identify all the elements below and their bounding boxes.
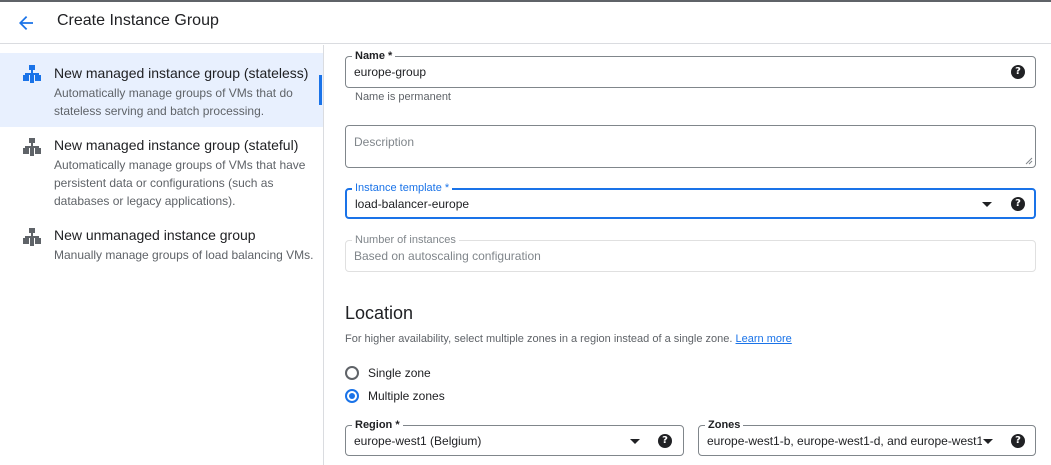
option-unmanaged[interactable]: New unmanaged instance group Manually ma… <box>0 219 323 285</box>
name-hint: Name is permanent <box>355 91 451 103</box>
zones-label: Zones <box>705 418 744 432</box>
single-zone-radio[interactable] <box>345 366 359 380</box>
multiple-zones-radio[interactable] <box>345 389 359 403</box>
chevron-down-icon[interactable] <box>982 202 992 207</box>
option-title: New managed instance group (stateless) <box>54 65 309 81</box>
location-description-text: For higher availability, select multiple… <box>345 333 733 345</box>
region-select[interactable]: Region * europe-west1 (Belgium) ? <box>345 418 684 456</box>
number-of-instances-value: Based on autoscaling configuration <box>354 249 541 263</box>
instance-group-icon <box>22 227 42 247</box>
help-icon[interactable]: ? <box>1011 197 1025 211</box>
instance-template-label: Instance template * <box>352 181 453 195</box>
single-zone-label[interactable]: Single zone <box>368 366 431 380</box>
location-description: For higher availability, select multiple… <box>345 333 792 345</box>
region-label: Region * <box>352 418 403 432</box>
option-managed-stateful[interactable]: New managed instance group (stateful) Au… <box>0 127 323 219</box>
multiple-zones-label[interactable]: Multiple zones <box>368 389 445 403</box>
instance-group-icon <box>22 137 42 157</box>
description-field[interactable]: Description <box>345 125 1036 168</box>
description-placeholder: Description <box>354 135 415 149</box>
resize-handle-icon[interactable] <box>1025 157 1033 165</box>
instance-group-icon <box>22 64 42 84</box>
learn-more-link[interactable]: Learn more <box>736 333 792 345</box>
name-field[interactable]: Name * europe-group ? <box>345 49 1036 88</box>
option-description: Manually manage groups of load balancing… <box>54 248 314 262</box>
back-button[interactable] <box>12 9 40 37</box>
option-description: Automatically manage groups of VMs that … <box>54 86 293 118</box>
page-header: Create Instance Group <box>0 2 1051 44</box>
group-type-sidebar: New managed instance group (stateless) A… <box>0 45 324 465</box>
option-managed-stateless[interactable]: New managed instance group (stateless) A… <box>0 53 323 127</box>
chevron-down-icon[interactable] <box>630 439 640 444</box>
instance-template-select[interactable]: Instance template * load-balancer-europe… <box>345 181 1036 219</box>
chevron-down-icon[interactable] <box>983 439 993 444</box>
location-heading: Location <box>345 303 414 323</box>
help-icon[interactable]: ? <box>1011 434 1025 448</box>
number-of-instances-field: Number of instances Based on autoscaling… <box>345 233 1036 272</box>
zones-select[interactable]: Zones europe-west1-b, europe-west1-d, an… <box>698 418 1036 456</box>
help-icon[interactable]: ? <box>1011 65 1025 79</box>
option-description: Automatically manage groups of VMs that … <box>54 158 306 208</box>
instance-template-value: load-balancer-europe <box>355 197 470 211</box>
arrow-back-icon <box>19 16 33 30</box>
zones-value: europe-west1-b, europe-west1-d, and euro… <box>707 434 982 448</box>
selected-indicator <box>319 75 322 105</box>
page-title: Create Instance Group <box>57 12 219 29</box>
help-icon[interactable]: ? <box>658 434 672 448</box>
region-value: europe-west1 (Belgium) <box>354 434 482 448</box>
option-title: New managed instance group (stateful) <box>54 137 299 153</box>
number-of-instances-label: Number of instances <box>352 233 459 247</box>
name-label: Name * <box>352 49 396 63</box>
option-title: New unmanaged instance group <box>54 227 256 243</box>
name-input[interactable]: europe-group <box>354 65 426 79</box>
